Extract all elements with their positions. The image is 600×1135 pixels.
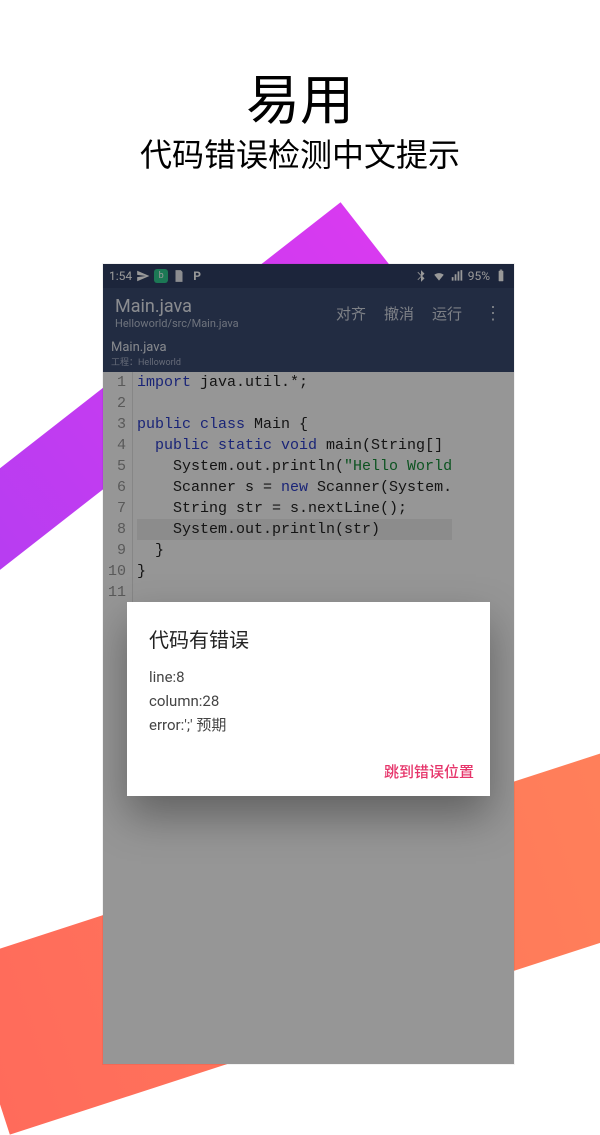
- error-dialog: 代码有错误 line:8 column:28 error:';' 预期 跳到错误…: [127, 602, 490, 796]
- marketing-subtitle: 代码错误检测中文提示: [0, 130, 600, 176]
- jump-to-error-button[interactable]: 跳到错误位置: [384, 761, 474, 782]
- dialog-error-message: error:';' 预期: [149, 713, 468, 737]
- dialog-title: 代码有错误: [149, 624, 468, 653]
- phone-screenshot: 1:54 b P 95%: [103, 264, 514, 1064]
- dialog-line-number: line:8: [149, 665, 468, 689]
- dialog-column-number: column:28: [149, 689, 468, 713]
- marketing-title: 易用: [0, 56, 600, 135]
